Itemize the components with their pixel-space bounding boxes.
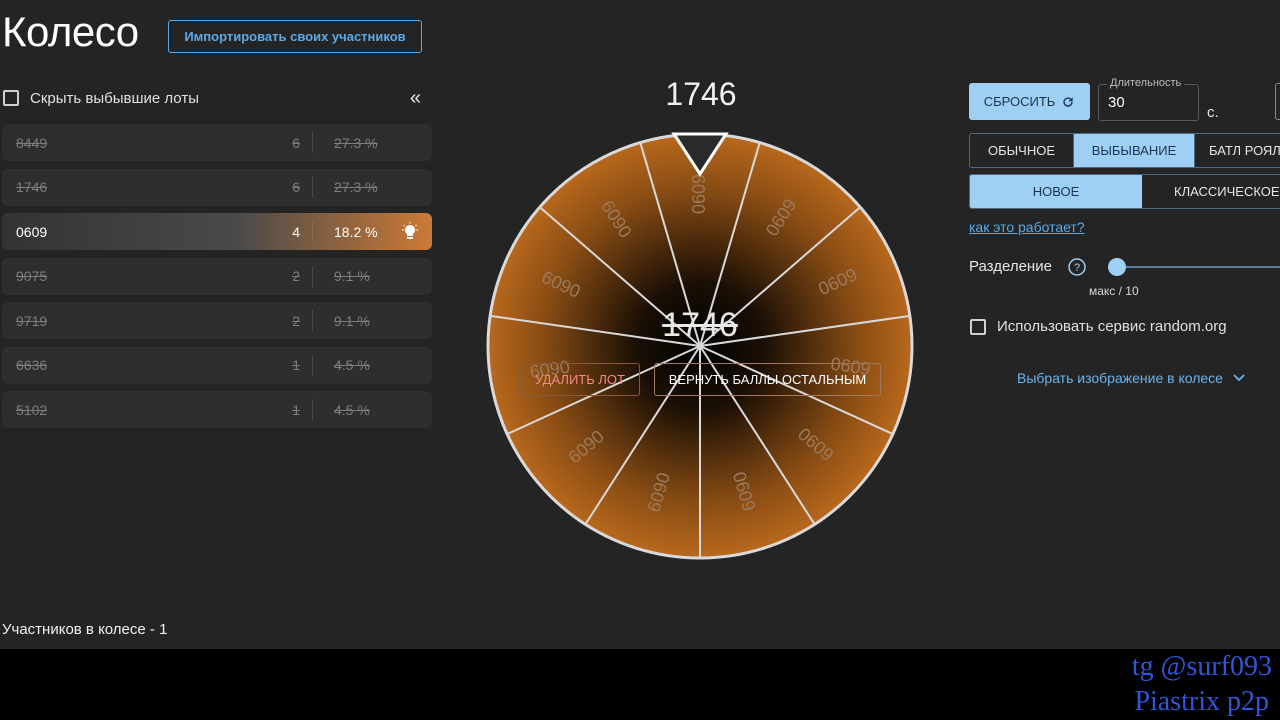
lot-row[interactable]: 0609 4 18.2 % xyxy=(2,213,432,250)
lot-percent: 18.2 % xyxy=(334,223,378,240)
lot-percent: 27.3 % xyxy=(334,134,378,151)
chevron-down-icon xyxy=(1233,374,1245,382)
split-slider-track[interactable] xyxy=(1117,266,1280,268)
reset-label: СБРОСИТЬ xyxy=(983,94,1056,109)
lot-divider xyxy=(312,354,313,376)
lot-row[interactable]: 8449 6 27.3 % xyxy=(2,124,432,161)
refresh-icon xyxy=(1063,96,1073,107)
wheel-current-lot: 1746 xyxy=(665,76,737,112)
lot-row[interactable]: 9075 2 9.1 % xyxy=(2,257,432,295)
prize-wheel[interactable]: 0609060906090609060906090609060906090609… xyxy=(484,130,916,562)
help-icon[interactable]: ? xyxy=(1068,258,1086,276)
page-title: Колесо xyxy=(2,8,139,55)
lot-row[interactable]: 1746 6 27.3 % xyxy=(2,168,432,206)
lot-name: 8449 xyxy=(16,134,48,151)
hide-eliminated-label: Скрыть выбывшие лоты xyxy=(30,89,199,107)
wheel-winner-label: 1746 xyxy=(662,306,738,344)
duration-input[interactable]: 30 xyxy=(1108,94,1125,111)
lot-divider xyxy=(312,176,313,198)
random-org-row[interactable]: Использовать сервис random.org xyxy=(970,318,1227,335)
hide-eliminated-row[interactable]: Скрыть выбывшие лоты « xyxy=(3,86,431,110)
random-org-label: Использовать сервис random.org xyxy=(997,318,1227,335)
lot-row[interactable]: 9719 2 9.1 % xyxy=(2,302,432,339)
tab-mode-battle-royale[interactable]: БАТЛ РОЯЛЬ xyxy=(1195,134,1280,167)
lightbulb-icon[interactable] xyxy=(402,222,418,240)
wheel-image-select-label: Выбрать изображение в колесе xyxy=(1017,370,1223,386)
split-slider-thumb[interactable] xyxy=(1108,258,1126,276)
lot-percent: 9.1 % xyxy=(334,268,370,284)
lot-name: 5102 xyxy=(16,401,48,418)
mode-toggle-group: ОБЫЧНОЕ ВЫБЫВАНИЕ БАТЛ РОЯЛЬ xyxy=(969,133,1280,168)
variant-toggle-group: НОВОЕ КЛАССИЧЕСКОЕ xyxy=(969,174,1280,209)
lot-name: 1746 xyxy=(16,179,48,195)
hide-eliminated-checkbox[interactable] xyxy=(3,90,19,106)
tab-mode-normal[interactable]: ОБЫЧНОЕ xyxy=(970,134,1074,167)
lot-count: 6 xyxy=(292,179,300,195)
lot-count: 4 xyxy=(292,223,300,240)
split-slider-caption: макс / 10 xyxy=(1089,284,1139,298)
import-participants-button[interactable]: Импортировать своих участников xyxy=(168,20,422,53)
lot-divider xyxy=(312,310,313,331)
tab-variant-new[interactable]: НОВОЕ xyxy=(970,175,1142,208)
double-chevron-left-icon[interactable]: « xyxy=(410,87,421,110)
wheel-image-select[interactable]: Выбрать изображение в колесе xyxy=(1017,370,1245,386)
split-label: Разделение xyxy=(969,258,1052,275)
lot-count: 1 xyxy=(292,357,300,373)
lot-row[interactable]: 6636 1 4.5 % xyxy=(2,346,432,384)
lot-percent: 4.5 % xyxy=(334,401,370,418)
lot-divider xyxy=(312,221,313,242)
lot-percent: 4.5 % xyxy=(334,357,370,373)
lot-percent: 9.1 % xyxy=(334,312,370,329)
lot-count: 6 xyxy=(292,134,300,151)
lot-divider xyxy=(312,132,313,153)
lot-divider xyxy=(312,399,313,420)
spin-button-edge[interactable] xyxy=(1275,83,1280,120)
duration-label: Длительность xyxy=(1107,77,1185,89)
participants-count: Участников в колесе - 1 xyxy=(2,621,168,638)
delete-lot-button[interactable]: УДАЛИТЬ ЛОТ xyxy=(520,363,640,396)
svg-text:?: ? xyxy=(1074,262,1080,274)
watermark-line-1: tg @surf093 xyxy=(1131,651,1272,682)
lot-count: 2 xyxy=(292,312,300,329)
lot-name: 9719 xyxy=(16,312,48,329)
how-it-works-link[interactable]: как это работает? xyxy=(969,219,1085,235)
lot-count: 2 xyxy=(292,268,300,284)
tab-variant-classic[interactable]: КЛАССИЧЕСКОЕ xyxy=(1142,175,1280,208)
reset-button[interactable]: СБРОСИТЬ xyxy=(969,83,1090,120)
lot-name: 9075 xyxy=(16,268,48,284)
lots-list: 8449 6 27.3 % 1746 6 27.3 % 0609 4 18.2 % 9075 2 9.… xyxy=(2,124,432,436)
duration-unit: с. xyxy=(1207,104,1219,121)
video-letterbox-bar xyxy=(0,649,1280,720)
tab-mode-elimination[interactable]: ВЫБЫВАНИЕ xyxy=(1074,134,1195,167)
lot-divider xyxy=(312,265,313,287)
lot-name: 6636 xyxy=(16,357,48,373)
lot-percent: 27.3 % xyxy=(334,179,378,195)
lot-row[interactable]: 5102 1 4.5 % xyxy=(2,391,432,428)
random-org-checkbox[interactable] xyxy=(970,318,986,335)
lot-name: 0609 xyxy=(16,223,48,240)
lot-count: 1 xyxy=(292,401,300,418)
watermark-line-2: Piastrix p2p xyxy=(1134,686,1269,717)
return-points-button[interactable]: ВЕРНУТЬ БАЛЛЫ ОСТАЛЬНЫМ xyxy=(654,363,881,396)
wheel-segment-label: 0609 xyxy=(689,174,709,214)
